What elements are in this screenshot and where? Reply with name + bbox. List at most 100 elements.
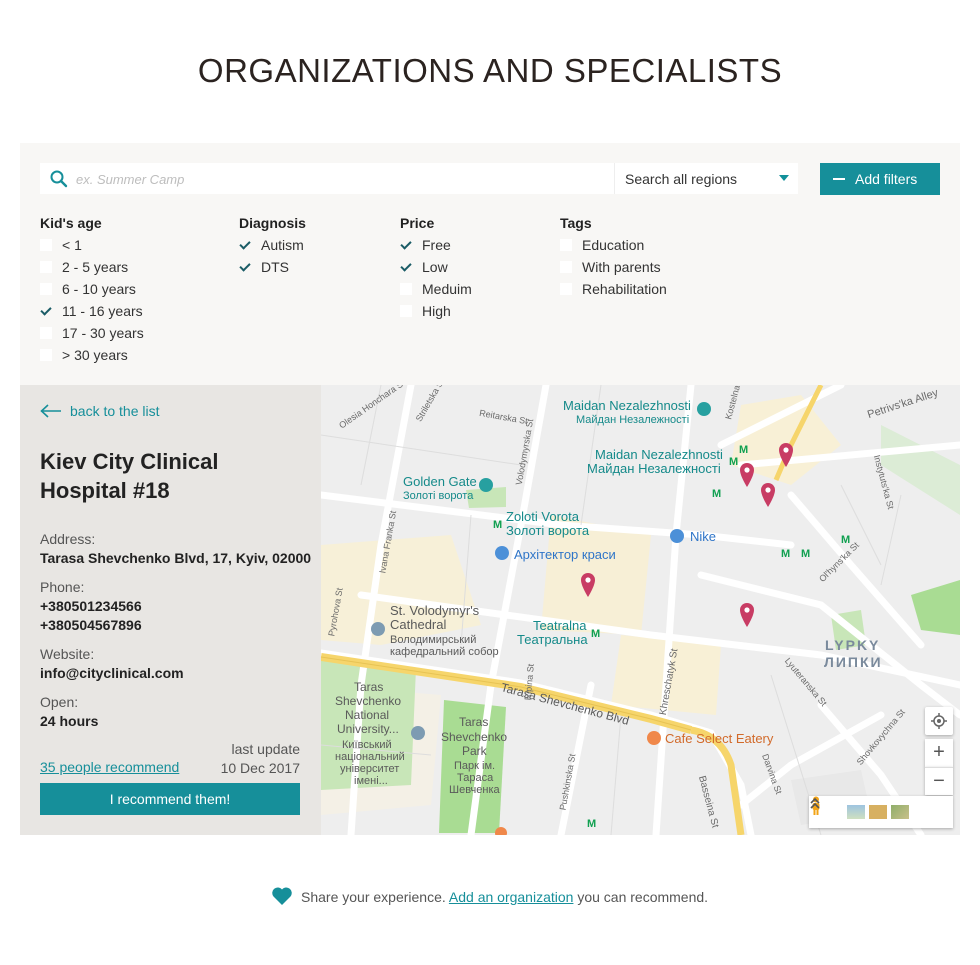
last-update-label: last update: [231, 741, 301, 757]
filter-option-label: 6 - 10 years: [62, 281, 136, 297]
checkbox[interactable]: [400, 283, 412, 295]
phone-label: Phone:: [40, 579, 85, 595]
checkbox[interactable]: [239, 261, 251, 273]
filter-group-title: Price: [400, 215, 435, 231]
expand-up-icon[interactable]: [809, 796, 821, 812]
arrow-left-icon: [40, 404, 61, 418]
map-label: Shevchenko: [441, 730, 508, 744]
checkbox[interactable]: [40, 239, 52, 251]
map-label: Park: [462, 744, 487, 758]
zoom-in-button[interactable]: +: [925, 739, 953, 767]
filter-option[interactable]: DTS: [239, 259, 306, 281]
filter-option[interactable]: < 1: [40, 237, 144, 259]
map[interactable]: MMM MMM MMM Maidan Nezalezhnosti Майдан …: [321, 385, 960, 835]
filter-option[interactable]: Free: [400, 237, 472, 259]
filter-option[interactable]: 11 - 16 years: [40, 303, 144, 325]
checkbox[interactable]: [40, 327, 52, 339]
locate-icon: [931, 713, 947, 729]
filter-option[interactable]: With parents: [560, 259, 667, 281]
checkbox[interactable]: [400, 261, 412, 273]
checkbox[interactable]: [40, 261, 52, 273]
checkbox[interactable]: [560, 283, 572, 295]
checkbox[interactable]: [560, 261, 572, 273]
back-to-list-label: back to the list: [70, 403, 160, 419]
map-label: кафедральний собор: [390, 646, 499, 658]
map-label: Шевченка: [449, 784, 500, 796]
filter-option[interactable]: 2 - 5 years: [40, 259, 144, 281]
svg-text:M: M: [493, 519, 502, 531]
filter-option-label: 2 - 5 years: [62, 259, 129, 275]
svg-text:M: M: [729, 456, 738, 468]
filter-option[interactable]: > 30 years: [40, 347, 144, 369]
map-label: Taras: [459, 715, 489, 729]
filter-option[interactable]: Education: [560, 237, 667, 259]
map-label: ЛИПКИ: [824, 654, 883, 670]
address-label: Address:: [40, 531, 96, 547]
footer-prefix: Share your experience.: [301, 889, 446, 905]
minus-icon: [833, 178, 845, 180]
map-label: Taras: [354, 680, 384, 694]
website-label: Website:: [40, 646, 95, 662]
checkbox[interactable]: [40, 283, 52, 295]
filter-option-label: High: [422, 303, 451, 319]
filter-panel: Search all regions Add filters Kid's age…: [20, 143, 960, 385]
add-organization-link[interactable]: Add an organization: [449, 889, 574, 905]
caret-down-icon: [779, 175, 789, 181]
map-pin-icon[interactable]: [739, 462, 755, 488]
add-filters-label: Add filters: [855, 171, 918, 187]
checkbox[interactable]: [560, 239, 572, 251]
my-location-button[interactable]: [925, 707, 953, 735]
filter-group-title: Kid's age: [40, 215, 102, 231]
filter-option-label: 17 - 30 years: [62, 325, 144, 341]
map-label: Cathedral: [390, 617, 447, 632]
map-label: Золоті ворота: [403, 490, 474, 502]
checkbox[interactable]: [239, 239, 251, 251]
filter-option[interactable]: Rehabilitation: [560, 281, 667, 303]
filter-option-label: 11 - 16 years: [62, 303, 143, 319]
svg-text:M: M: [739, 444, 748, 456]
recommend-count-link[interactable]: 35 people recommend: [40, 759, 179, 775]
filter-option[interactable]: High: [400, 303, 472, 325]
filter-group-tags: Tags Education With parents Rehabilitati…: [560, 215, 667, 303]
search-input[interactable]: [76, 167, 606, 191]
footer-suffix: you can recommend.: [577, 889, 709, 905]
svg-text:M: M: [801, 548, 810, 560]
zoom-out-button[interactable]: −: [925, 767, 953, 795]
filter-option[interactable]: 6 - 10 years: [40, 281, 144, 303]
map-label: Nike: [690, 529, 717, 544]
filter-option[interactable]: Meduim: [400, 281, 472, 303]
filter-option[interactable]: Low: [400, 259, 472, 281]
map-pin-icon[interactable]: [760, 482, 776, 508]
map-label: Teatralna: [533, 618, 587, 633]
search-icon: [50, 170, 68, 188]
checkbox[interactable]: [40, 305, 52, 317]
map-label: LYPKY: [825, 637, 881, 653]
checkbox[interactable]: [40, 349, 52, 361]
map-label: Майдан Незалежності: [587, 461, 721, 476]
open-hours-value: 24 hours: [40, 713, 99, 729]
map-pin-icon[interactable]: [739, 602, 755, 628]
map-label: University...: [337, 722, 399, 736]
map-label: Театральна: [517, 632, 588, 647]
phone-value: +380504567896: [40, 617, 142, 633]
filter-group-diagnosis: Diagnosis Autism DTS: [239, 215, 306, 281]
last-update: last update 10 Dec 2017: [221, 740, 300, 778]
add-filters-button[interactable]: Add filters: [820, 163, 940, 195]
layer-thumbnail[interactable]: [869, 805, 887, 819]
filter-option[interactable]: Autism: [239, 237, 306, 259]
checkbox[interactable]: [400, 305, 412, 317]
filter-group-price: Price Free Low Meduim High: [400, 215, 472, 325]
map-pin-icon[interactable]: [778, 442, 794, 468]
region-select[interactable]: Search all regions: [614, 163, 798, 194]
layer-thumbnail[interactable]: [891, 805, 909, 819]
layer-thumbnail[interactable]: [847, 805, 865, 819]
filter-option[interactable]: 17 - 30 years: [40, 325, 144, 347]
map-pin-icon[interactable]: [580, 572, 596, 598]
recommend-button[interactable]: I recommend them!: [40, 783, 300, 815]
map-label: Maidan Nezalezhnosti: [595, 447, 723, 462]
checkbox[interactable]: [400, 239, 412, 251]
organization-name: Kiev City Clinical Hospital #18: [40, 449, 219, 503]
map-label: Golden Gate: [403, 474, 477, 489]
website-value[interactable]: info@cityclinical.com: [40, 664, 184, 683]
filter-option-label: With parents: [582, 259, 661, 275]
